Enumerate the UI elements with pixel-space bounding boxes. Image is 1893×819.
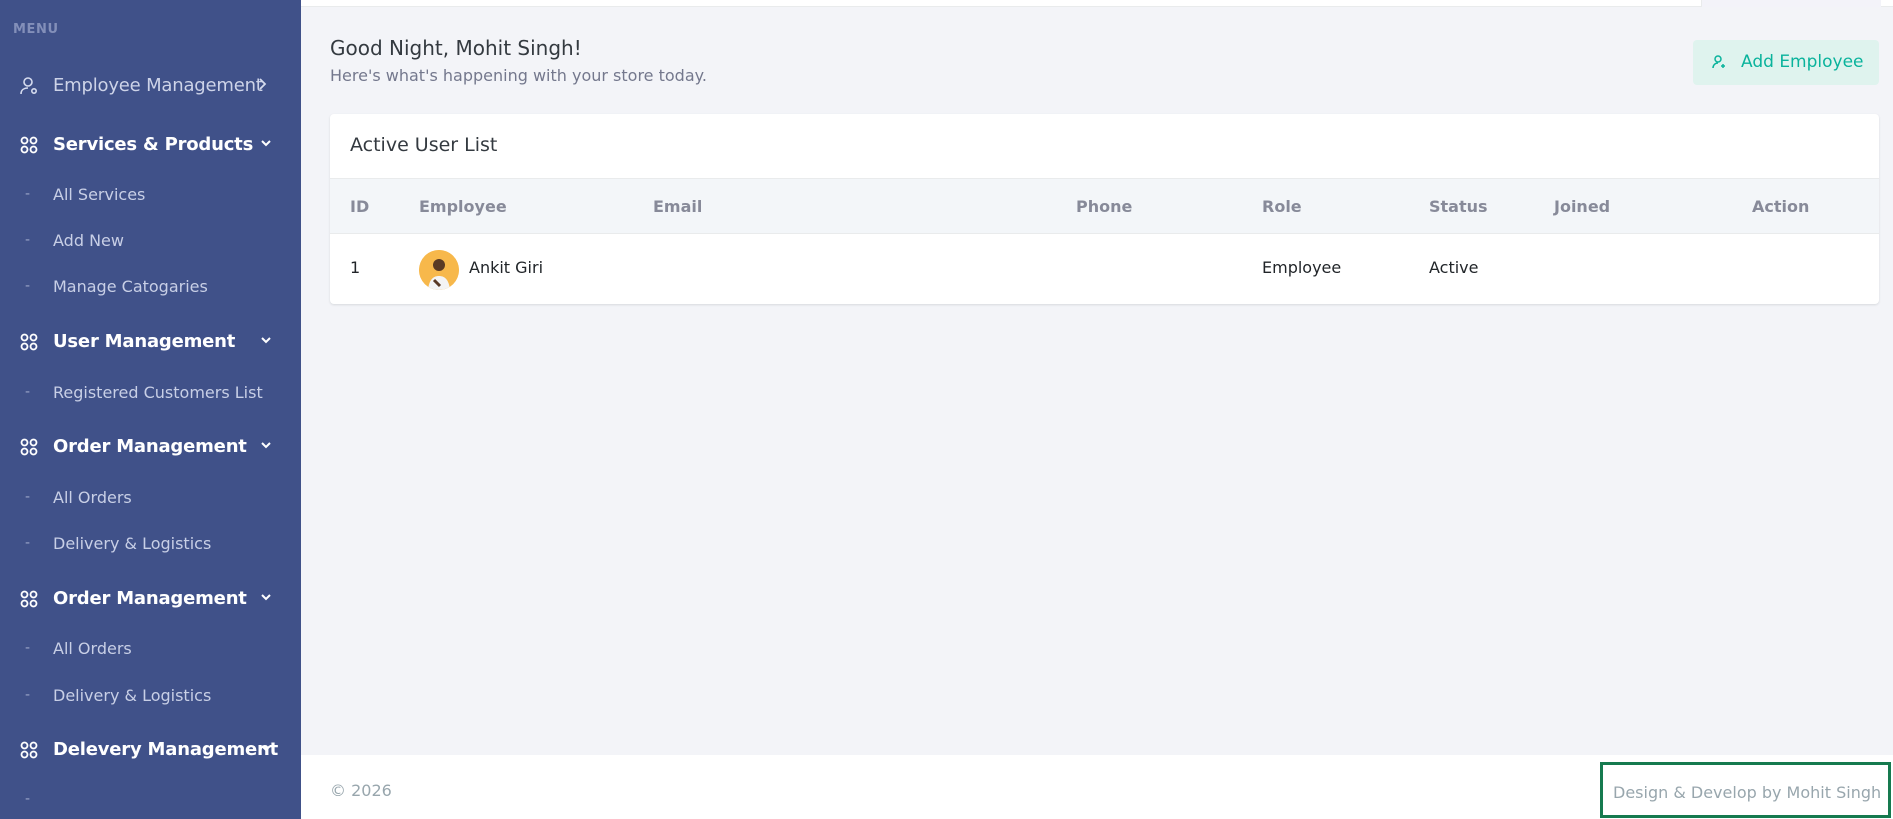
sidebar-subitem-label: Delivery & Logistics [53,686,212,705]
apps-grid-icon [18,589,40,609]
sidebar-item-order-management-2[interactable]: Order Management [0,581,301,615]
dash-icon: - [25,640,31,656]
apps-grid-icon [18,437,40,457]
chevron-down-icon [259,333,273,347]
dash-icon: - [25,489,31,505]
sidebar-item-user-management[interactable]: User Management [0,324,301,358]
sidebar-subitem-label: All Orders [53,639,132,658]
topbar [301,0,1893,7]
sidebar-subitem-label: Add New [53,231,124,250]
sidebar-item-employee-management[interactable]: Employee Management [0,68,301,102]
chevron-down-icon [259,438,273,452]
dash-icon: - [25,791,31,807]
sidebar-subitem-add-new[interactable]: - Add New [0,229,301,257]
dash-icon: - [25,278,31,294]
column-header-email: Email [653,197,703,216]
apps-grid-icon [18,332,40,352]
apps-grid-icon [18,740,40,760]
chevron-down-icon [259,136,273,150]
sidebar-item-label: Employee Management [53,74,263,96]
add-employee-button[interactable]: Add Employee [1693,40,1879,85]
dash-icon: - [25,687,31,703]
column-header-joined: Joined [1554,197,1611,216]
sidebar-subitem-label: Delivery & Logistics [53,534,212,553]
sidebar-item-services-products[interactable]: Services & Products [0,127,301,161]
sidebar-item-delevery-management[interactable]: Delevery Management [0,732,301,766]
column-header-employee: Employee [419,197,507,216]
page-title: Good Night, Mohit Singh! [330,36,582,60]
dash-icon: - [25,384,31,400]
column-header-action: Action [1752,197,1810,216]
sidebar-item-label: User Management [53,330,236,352]
sidebar-subitem-registered-customers[interactable]: - Registered Customers List [0,381,301,409]
chevron-down-icon [259,590,273,604]
cell-status: Active [1429,258,1479,277]
active-user-card: Active User List ID Employee Email Phone… [330,114,1879,304]
sidebar-item-label: Delevery Management [53,738,279,760]
sidebar-subitem-delivery-logistics-2[interactable]: - Delivery & Logistics [0,684,301,712]
avatar [419,250,459,290]
menu-title: MENU [13,22,59,37]
cell-id: 1 [350,258,361,277]
topbar-corner [1701,0,1881,7]
dash-icon: - [25,232,31,248]
copyright-text: © 2026 [330,781,392,800]
sidebar-item-label: Order Management [53,587,247,609]
sidebar-subitem-all-orders[interactable]: - All Orders [0,486,301,514]
apps-grid-icon [18,135,40,155]
cell-employee: Ankit Giri [469,258,544,277]
dash-icon: - [25,186,31,202]
sidebar-item-label: Order Management [53,435,247,457]
table-row[interactable]: 1 Ankit Giri Employee Active [330,234,1879,304]
page-subtitle: Here's what's happening with your store … [330,66,707,85]
sidebar-subitem-cutoff[interactable]: - [0,788,301,816]
sidebar-subitem-label: All Services [53,185,146,204]
column-header-id: ID [350,197,370,216]
column-header-status: Status [1429,197,1488,216]
dash-icon: - [25,535,31,551]
chevron-right-icon [257,77,271,91]
table-header: ID Employee Email Phone Role Status Join… [330,178,1879,234]
sidebar-item-order-management[interactable]: Order Management [0,429,301,463]
credit-text: Design & Develop by Mohit Singh [1613,783,1882,802]
column-header-phone: Phone [1076,197,1133,216]
sidebar-subitem-label: Registered Customers List [53,383,263,402]
card-title: Active User List [350,134,498,156]
cell-role: Employee [1262,258,1342,277]
sidebar-subitem-all-services[interactable]: - All Services [0,183,301,211]
sidebar-subitem-all-orders-2[interactable]: - All Orders [0,637,301,665]
footer-credit: Design & Develop by Mohit Singh [1600,762,1891,818]
sidebar: MENU Employee Management Services & Prod… [0,0,301,819]
sidebar-subitem-delivery-logistics[interactable]: - Delivery & Logistics [0,532,301,560]
user-add-icon [1711,54,1727,70]
chevron-down-icon [259,741,273,755]
sidebar-subitem-manage-categories[interactable]: - Manage Catogaries [0,275,301,303]
column-header-role: Role [1262,197,1302,216]
user-settings-icon [18,76,40,96]
sidebar-subitem-label: Manage Catogaries [53,277,208,296]
sidebar-item-label: Services & Products [53,133,254,155]
sidebar-subitem-label: All Orders [53,488,132,507]
add-employee-label: Add Employee [1741,52,1864,72]
